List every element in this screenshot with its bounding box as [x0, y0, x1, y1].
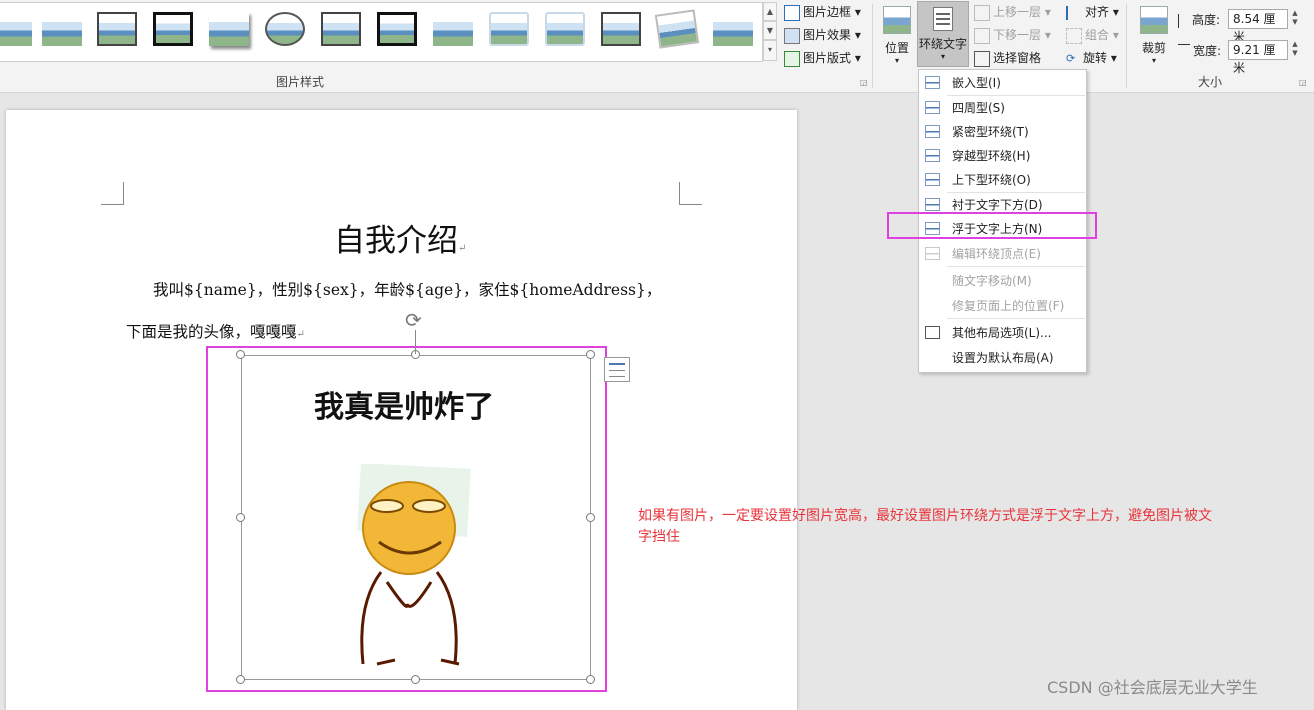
picture-layout-icon	[784, 50, 800, 67]
height-icon	[1178, 13, 1189, 28]
picture-style-thumb[interactable]	[713, 12, 753, 46]
height-spinner[interactable]: ▲ ▼	[1289, 9, 1301, 29]
behind-text-icon	[925, 198, 940, 211]
height-label: 高度:	[1178, 11, 1220, 28]
width-spinner[interactable]: ▲ ▼	[1289, 40, 1301, 60]
group-button[interactable]: 组合 ▾	[1066, 26, 1119, 44]
picture-style-thumb[interactable]	[265, 12, 305, 46]
picture-border-icon	[784, 4, 800, 21]
height-input[interactable]: 8.54 厘米	[1228, 9, 1288, 44]
picture-style-thumb[interactable]	[601, 12, 641, 46]
wrap-text-icon	[933, 7, 953, 31]
picture-style-thumb[interactable]	[209, 12, 249, 46]
menu-item-through[interactable]: 穿越型环绕(H)	[919, 144, 1086, 168]
position-icon	[883, 6, 911, 34]
align-button[interactable]: 对齐 ▾	[1066, 3, 1119, 20]
margin-corner-mark	[101, 182, 124, 205]
picture-styles-gallery[interactable]	[0, 2, 763, 62]
picture-style-thumb[interactable]	[654, 9, 700, 49]
position-button[interactable]: 位置 ▾	[881, 4, 913, 66]
rotate-handle-icon[interactable]: ⟳	[405, 309, 422, 331]
rotate-button[interactable]: ⟳ 旋转 ▾	[1066, 49, 1117, 66]
resize-handle[interactable]	[411, 675, 420, 684]
picture-style-thumb[interactable]	[0, 12, 32, 46]
selection-pane-button[interactable]: 选择窗格	[974, 49, 1041, 67]
width-icon	[1178, 44, 1190, 59]
picture-style-thumb[interactable]	[433, 12, 473, 46]
rotate-icon: ⟳	[1066, 51, 1076, 65]
resize-handle[interactable]	[236, 513, 245, 522]
picture-style-thumb[interactable]	[545, 12, 585, 46]
picture-effects-button[interactable]: 图片效果 ▾	[784, 26, 861, 44]
width-input[interactable]: 9.21 厘米	[1228, 40, 1288, 75]
width-label: 宽度:	[1178, 42, 1221, 59]
resize-handle[interactable]	[586, 675, 595, 684]
document-paragraph-line[interactable]: 我叫${name}，性别${sex}，年龄${age}，家住${homeAddr…	[153, 278, 661, 300]
size-group-label: 大小	[1198, 75, 1223, 89]
picture-styles-group-label: 图片样式	[276, 75, 325, 89]
selected-picture[interactable]: 我真是帅炸了	[241, 355, 591, 680]
resize-handle[interactable]	[236, 350, 245, 359]
resize-handle[interactable]	[586, 513, 595, 522]
picture-style-thumb[interactable]	[489, 12, 529, 46]
picture-effects-icon	[784, 27, 800, 44]
menu-item-more-layout-options[interactable]: 其他布局选项(L)...	[919, 321, 1086, 345]
picture-style-thumb[interactable]	[153, 12, 193, 46]
document-title[interactable]: 自我介绍↵	[334, 215, 466, 260]
watermark: CSDN @社会底层无业大学生	[1047, 678, 1258, 697]
through-wrap-icon	[925, 149, 940, 162]
gallery-scroll-up-button[interactable]: ▲	[763, 2, 777, 21]
menu-item-set-default-layout[interactable]: 设置为默认布局(A)	[919, 346, 1086, 370]
edit-wrap-points-icon	[925, 247, 940, 260]
tight-wrap-icon	[925, 125, 940, 138]
picture-border-button[interactable]: 图片边框 ▾	[784, 3, 861, 21]
bring-forward-icon	[974, 4, 990, 21]
layout-options-button[interactable]	[604, 357, 630, 382]
menu-item-move-with-text[interactable]: 随文字移动(M)	[919, 269, 1086, 293]
send-backward-icon	[974, 27, 990, 44]
inline-wrap-icon	[925, 76, 940, 89]
align-icon	[1066, 5, 1082, 20]
group-separator	[872, 4, 873, 88]
menu-highlight-box	[887, 212, 1097, 239]
picture-style-thumb[interactable]	[321, 12, 361, 46]
picture-style-thumb[interactable]	[42, 12, 82, 46]
resize-handle[interactable]	[236, 675, 245, 684]
top-bottom-wrap-icon	[925, 173, 940, 186]
menu-item-square[interactable]: 四周型(S)	[919, 96, 1086, 120]
picture-style-thumb[interactable]	[377, 12, 417, 46]
dialog-launcher-icon[interactable]: ◲	[860, 78, 868, 87]
ribbon: ▲ ▼ ▾ 图片样式 ◲ 图片边框 ▾ 图片效果 ▾ 图片版式 ▾ 位置 ▾ 环…	[0, 0, 1314, 93]
annotation-note: 如果有图片，一定要设置好图片宽高，最好设置图片环绕方式是浮于文字上方，避免图片被…	[638, 508, 1212, 545]
size-dialog-launcher-icon[interactable]: ◲	[1299, 78, 1307, 87]
picture-caption: 我真是帅炸了	[314, 390, 494, 425]
layout-options-icon	[925, 326, 940, 339]
rotation-stem	[415, 330, 416, 354]
menu-item-tight[interactable]: 紧密型环绕(T)	[919, 120, 1086, 144]
selection-pane-icon	[974, 50, 990, 67]
group-separator	[1126, 4, 1127, 88]
picture-style-thumb[interactable]	[97, 12, 137, 46]
document-paragraph-line[interactable]: 下面是我的头像，嘎嘎嘎↵	[126, 320, 305, 342]
crop-button[interactable]: 裁剪 ▾	[1136, 4, 1172, 66]
bring-forward-button[interactable]: 上移一层 ▾	[974, 3, 1051, 21]
margin-corner-mark	[679, 182, 702, 205]
wrap-text-button[interactable]: 环绕文字 ▾	[917, 1, 969, 67]
menu-item-fix-position[interactable]: 修复页面上的位置(F)	[919, 294, 1086, 318]
gallery-scroll-down-button[interactable]: ▼	[763, 21, 777, 40]
resize-handle[interactable]	[586, 350, 595, 359]
meme-character-image	[357, 464, 471, 666]
square-wrap-icon	[925, 101, 940, 114]
menu-item-inline[interactable]: 嵌入型(I)	[919, 71, 1086, 95]
menu-item-top-bottom[interactable]: 上下型环绕(O)	[919, 168, 1086, 192]
menu-item-edit-wrap-points[interactable]: 编辑环绕顶点(E)	[919, 242, 1086, 266]
group-icon	[1066, 27, 1082, 44]
gallery-more-button[interactable]: ▾	[763, 40, 777, 61]
send-backward-button[interactable]: 下移一层 ▾	[974, 26, 1051, 44]
picture-layout-button[interactable]: 图片版式 ▾	[784, 49, 861, 67]
crop-icon	[1140, 6, 1168, 34]
